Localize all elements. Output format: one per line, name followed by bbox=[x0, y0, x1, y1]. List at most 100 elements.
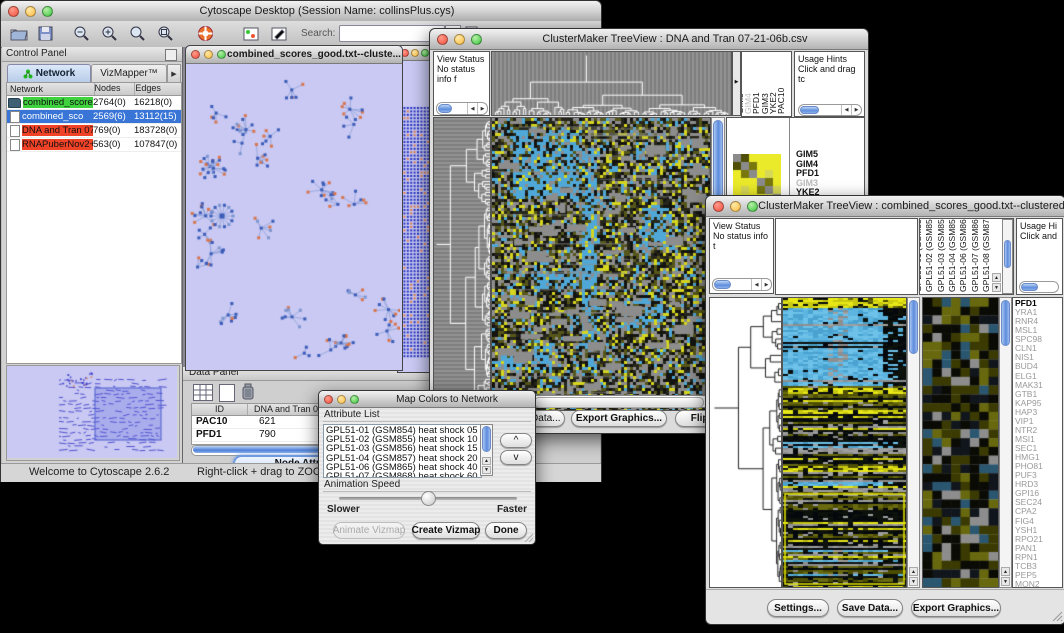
annotation-icon[interactable] bbox=[269, 24, 289, 43]
scroll-up-icon[interactable]: ▲ bbox=[992, 273, 1001, 282]
scroll-thumb[interactable] bbox=[1001, 300, 1010, 346]
zoom-out-icon[interactable] bbox=[71, 24, 91, 43]
zoom-button[interactable] bbox=[217, 50, 226, 59]
scroll-thumb[interactable] bbox=[482, 426, 491, 452]
scroll-up-icon[interactable]: ▲ bbox=[482, 457, 491, 465]
gene-label[interactable]: MON2 bbox=[1015, 580, 1062, 588]
treeview2-titlebar[interactable]: ClusterMaker TreeView : combined_scores_… bbox=[706, 196, 1064, 217]
column-label[interactable]: GPL51-06 (GSM865) bbox=[958, 218, 968, 292]
column-label[interactable]: PAC10 bbox=[776, 88, 786, 114]
scroll-right-icon[interactable]: ▶ bbox=[761, 279, 771, 290]
expand-right-icon[interactable]: ▶ bbox=[735, 79, 739, 85]
main-titlebar[interactable]: Cytoscape Desktop (Session Name: collins… bbox=[1, 1, 601, 22]
zoom-button[interactable] bbox=[42, 6, 53, 17]
col-edges[interactable]: Edges bbox=[135, 83, 181, 95]
animate-vizmap-button[interactable]: Animate Vizmap bbox=[333, 522, 405, 539]
scroll-left-icon[interactable]: ◀ bbox=[841, 105, 851, 115]
tv1-export-graphics-button[interactable]: Export Graphics... bbox=[571, 410, 667, 427]
column-label[interactable]: GPL51-04 (GSM857) bbox=[947, 218, 957, 292]
column-label[interactable]: GPL51-01 (GSM854) bbox=[919, 218, 923, 292]
minimize-button[interactable] bbox=[730, 201, 741, 212]
cytopanel-icon[interactable] bbox=[241, 24, 261, 43]
scroll-left-icon[interactable]: ◀ bbox=[751, 279, 761, 290]
tv2-zoom-heatmap[interactable] bbox=[922, 297, 999, 588]
zoom-button[interactable] bbox=[471, 34, 482, 45]
tv2-save-data-button[interactable]: Save Data... bbox=[837, 599, 903, 617]
scroll-right-icon[interactable]: ▶ bbox=[477, 103, 487, 114]
data-col-id[interactable]: ID bbox=[192, 404, 248, 415]
zoom-fit-icon[interactable] bbox=[127, 24, 147, 43]
network-table-row[interactable]: combined_sco2569(6)13112(15) bbox=[7, 110, 181, 124]
done-button[interactable]: Done bbox=[485, 522, 527, 539]
network-window-1-titlebar[interactable]: combined_scores_good.txt--cluste... bbox=[186, 46, 402, 64]
tv1-row-dendrogram[interactable] bbox=[433, 117, 491, 411]
float-panel-icon[interactable] bbox=[165, 49, 177, 61]
scroll-thumb[interactable] bbox=[714, 280, 731, 289]
column-label[interactable]: GPL51-03 (GSM856) bbox=[936, 218, 946, 292]
scroll-thumb[interactable] bbox=[534, 397, 704, 408]
network-window-2-titlebar[interactable] bbox=[398, 46, 432, 61]
network-table-row[interactable]: DNA and Tran 07769(0)183728(0) bbox=[7, 124, 181, 138]
close-button[interactable] bbox=[191, 50, 200, 59]
new-attribute-icon[interactable] bbox=[219, 384, 235, 402]
zoom-button[interactable] bbox=[747, 201, 758, 212]
network-table-row[interactable]: combined_scores2764(0)16218(0) bbox=[7, 96, 181, 110]
zoom-button[interactable] bbox=[421, 49, 429, 57]
move-down-button[interactable]: v bbox=[500, 450, 532, 465]
col-network[interactable]: Network bbox=[7, 83, 95, 95]
scroll-thumb[interactable] bbox=[1004, 240, 1011, 268]
zoom-button[interactable] bbox=[350, 395, 359, 404]
move-up-button[interactable]: ^ bbox=[500, 433, 532, 448]
close-button[interactable] bbox=[324, 395, 333, 404]
birdseye-canvas[interactable] bbox=[7, 366, 177, 458]
tv2-column-labels[interactable]: GPL51-01 (GSM854)GPL51-02 (GSM855)GPL51-… bbox=[919, 218, 1014, 295]
tv2-hints-scrollbar[interactable] bbox=[1019, 281, 1059, 293]
col-nodes[interactable]: Nodes bbox=[95, 83, 136, 95]
zoom-in-icon[interactable] bbox=[99, 24, 119, 43]
network-table-row[interactable]: RNAPuberNov2+563(0)107847(0) bbox=[7, 138, 181, 152]
help-icon[interactable] bbox=[195, 24, 215, 43]
scroll-up-icon[interactable]: ▲ bbox=[909, 567, 918, 576]
treeview1-titlebar[interactable]: ClusterMaker TreeView : DNA and Tran 07-… bbox=[430, 29, 868, 50]
minimize-button[interactable] bbox=[204, 50, 213, 59]
column-label[interactable]: GPL51-08 (GSM872) bbox=[981, 218, 991, 292]
tv2-global-scrollbar[interactable]: ▲ ▼ bbox=[907, 297, 920, 588]
tv2-gene-list[interactable]: PFD1YRA1RNR4MSL1SPC98CLN1NIS1BUD4ELG1MAK… bbox=[1012, 297, 1063, 588]
scroll-thumb[interactable] bbox=[800, 106, 819, 114]
tv2-collabel-scrollbar[interactable] bbox=[1002, 219, 1013, 294]
scroll-thumb[interactable] bbox=[1021, 283, 1038, 291]
dialog-titlebar[interactable]: Map Colors to Network bbox=[319, 391, 535, 408]
tab-vizmapper[interactable]: VizMapper™ bbox=[91, 64, 167, 83]
slider-thumb[interactable] bbox=[421, 491, 436, 506]
column-label[interactable]: GPL51-02 (GSM855) bbox=[924, 218, 934, 292]
network-view-canvas[interactable] bbox=[186, 64, 400, 369]
tv1-column-dendrogram[interactable] bbox=[491, 51, 732, 116]
tv2-zoom-scrollbar[interactable]: ▲ ▼ bbox=[999, 297, 1012, 588]
save-icon[interactable] bbox=[35, 24, 55, 43]
tv2-export-graphics-button[interactable]: Export Graphics... bbox=[911, 599, 1001, 617]
close-button[interactable] bbox=[713, 201, 724, 212]
attribute-list-item[interactable]: GPL51-07 (GSM868) heat shock 60 min bbox=[326, 472, 481, 478]
attribute-list[interactable]: GPL51-01 (GSM854) heat shock 05 minGPL51… bbox=[323, 424, 482, 478]
minimize-button[interactable] bbox=[337, 395, 346, 404]
minimize-button[interactable] bbox=[454, 34, 465, 45]
tv1-hints-scrollbar[interactable]: ◀ ▶ bbox=[798, 104, 862, 116]
tab-overflow-button[interactable]: ▶ bbox=[167, 64, 181, 83]
tv1-column-labels[interactable]: GIM5GIM4PFD1GIM3YKE2PAC10 bbox=[741, 51, 792, 117]
scroll-up-icon[interactable]: ▲ bbox=[1001, 567, 1010, 576]
delete-attribute-icon[interactable] bbox=[241, 383, 255, 405]
attribute-list-scrollbar[interactable]: ▲ ▼ bbox=[480, 424, 493, 476]
scroll-thumb[interactable] bbox=[438, 104, 452, 113]
minimize-button[interactable] bbox=[411, 49, 419, 57]
scroll-down-icon[interactable]: ▼ bbox=[992, 283, 1001, 292]
tab-network[interactable]: Network bbox=[7, 64, 91, 83]
birdseye-panel[interactable] bbox=[6, 365, 180, 461]
tv2-status-scrollbar[interactable]: ◀ ▶ bbox=[712, 278, 772, 291]
minimize-button[interactable] bbox=[25, 6, 36, 17]
open-icon[interactable] bbox=[9, 24, 29, 43]
tv2-settings-button[interactable]: Settings... bbox=[767, 599, 829, 617]
create-vizmap-button[interactable]: Create Vizmap bbox=[412, 522, 480, 539]
resize-grip[interactable] bbox=[523, 532, 534, 543]
tv2-column-dendrogram[interactable] bbox=[775, 218, 918, 295]
scroll-right-icon[interactable]: ▶ bbox=[851, 105, 861, 115]
